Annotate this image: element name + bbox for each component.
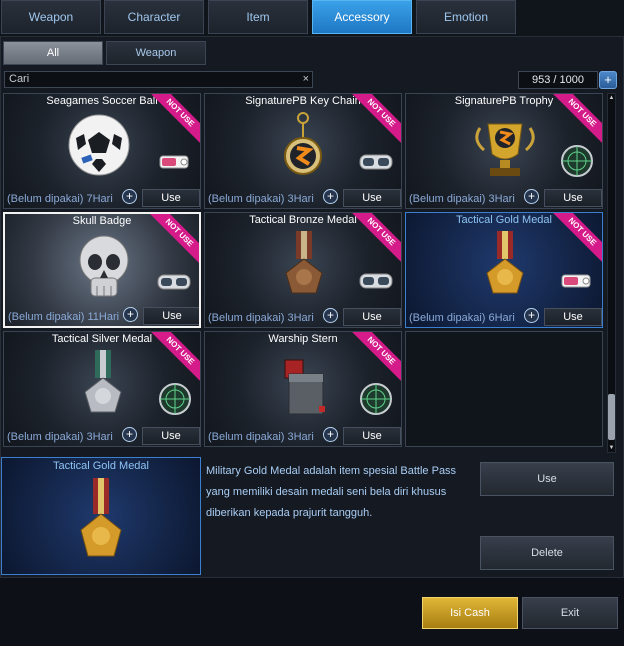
description-line: yang memiliki desain medali seni bela di… (206, 486, 447, 498)
item-duration: (Belum dipakai) 7Hari (7, 193, 113, 205)
goggles-icon (157, 274, 191, 290)
radar-icon (159, 383, 191, 415)
extend-plus-icon[interactable]: + (524, 189, 539, 204)
pink-tag-icon (561, 274, 591, 288)
extend-plus-icon[interactable]: + (123, 307, 138, 322)
pink-tag-icon (159, 155, 189, 169)
item-card[interactable]: SignaturePB Key Chain NOT USE (Belum dip… (204, 93, 402, 209)
item-duration: (Belum dipakai) 3Hari (208, 431, 314, 443)
item-duration: (Belum dipakai) 3Hari (409, 193, 515, 205)
tab-item[interactable]: Item (208, 0, 308, 34)
extend-plus-icon[interactable]: + (323, 427, 338, 442)
use-button[interactable]: Use (544, 189, 602, 207)
item-card[interactable]: Seagames Soccer Ball NOT USE (Belum dipa… (3, 93, 201, 209)
warship-stern-icon (284, 359, 325, 415)
silver-medal-icon (84, 350, 122, 413)
soccer-ball-icon (68, 114, 130, 176)
item-grid: Seagames Soccer Ball NOT USE (Belum dipa… (2, 56, 605, 447)
use-button[interactable]: Use (143, 307, 199, 325)
use-button[interactable]: Use (142, 427, 200, 445)
scroll-up-icon[interactable]: ▲ (608, 94, 615, 102)
extend-plus-icon[interactable]: + (122, 427, 137, 442)
scroll-thumb[interactable] (608, 394, 615, 440)
top-up-cash-button[interactable]: Isi Cash (422, 597, 518, 629)
gold-medal-icon (80, 478, 122, 557)
radar-icon (561, 145, 593, 177)
tab-character[interactable]: Character (104, 0, 204, 34)
item-description: Military Gold Medal adalah item spesial … (206, 461, 471, 524)
description-line: Military Gold Medal adalah item spesial … (206, 465, 457, 477)
keychain-icon (284, 112, 322, 175)
item-duration: (Belum dipakai) 3Hari (208, 312, 314, 324)
scroll-down-icon[interactable]: ▼ (608, 444, 615, 452)
extend-plus-icon[interactable]: + (122, 189, 137, 204)
grid-scrollbar[interactable]: ▲ ▼ (607, 93, 616, 453)
extend-plus-icon[interactable]: + (323, 308, 338, 323)
item-duration: (Belum dipakai) 3Hari (7, 431, 113, 443)
use-button[interactable]: Use (142, 189, 200, 207)
trophy-icon (475, 123, 535, 176)
item-duration: (Belum dipakai) 6Hari (409, 312, 515, 324)
item-card[interactable]: Skull Badge NOT USE (Belum dipakai) 11Ha… (3, 212, 201, 328)
item-card[interactable]: Tactical Gold Medal NOT USE (Belum dipak… (405, 212, 603, 328)
bronze-medal-icon (285, 231, 323, 294)
skull-icon (79, 235, 129, 297)
detail-use-button[interactable]: Use (480, 462, 614, 496)
item-card[interactable]: Tactical Bronze Medal NOT USE (Belum dip… (204, 212, 402, 328)
tab-accessory[interactable]: Accessory (312, 0, 412, 34)
item-duration: (Belum dipakai) 3Hari (208, 193, 314, 205)
use-button[interactable]: Use (343, 427, 401, 445)
item-card[interactable]: Tactical Silver Medal NOT USE (Belum dip… (3, 331, 201, 447)
goggles-icon (359, 154, 393, 170)
description-line: diberikan kepada prajurit tangguh. (206, 507, 373, 519)
tab-weapon[interactable]: Weapon (1, 0, 101, 34)
gold-medal-icon (486, 231, 524, 294)
extend-plus-icon[interactable]: + (323, 189, 338, 204)
goggles-icon (359, 273, 393, 289)
use-button[interactable]: Use (343, 308, 401, 326)
tab-emotion[interactable]: Emotion (416, 0, 516, 34)
exit-button[interactable]: Exit (522, 597, 618, 629)
item-card[interactable]: SignaturePB Trophy NOT USE (Belum dipaka… (405, 93, 603, 209)
item-card[interactable]: Warship Stern NOT USE (Belum dipakai) 3H… (204, 331, 402, 447)
item-duration: (Belum dipakai) 11Hari (8, 311, 120, 323)
radar-icon (360, 383, 392, 415)
detail-preview: Tactical Gold Medal (1, 457, 201, 575)
detail-title: Tactical Gold Medal (53, 460, 149, 472)
delete-button[interactable]: Delete (480, 536, 614, 570)
use-button[interactable]: Use (343, 189, 401, 207)
empty-slot (405, 331, 603, 447)
category-tabs: Weapon Character Item Accessory Emotion (0, 0, 624, 36)
extend-plus-icon[interactable]: + (524, 308, 539, 323)
use-button[interactable]: Use (544, 308, 602, 326)
